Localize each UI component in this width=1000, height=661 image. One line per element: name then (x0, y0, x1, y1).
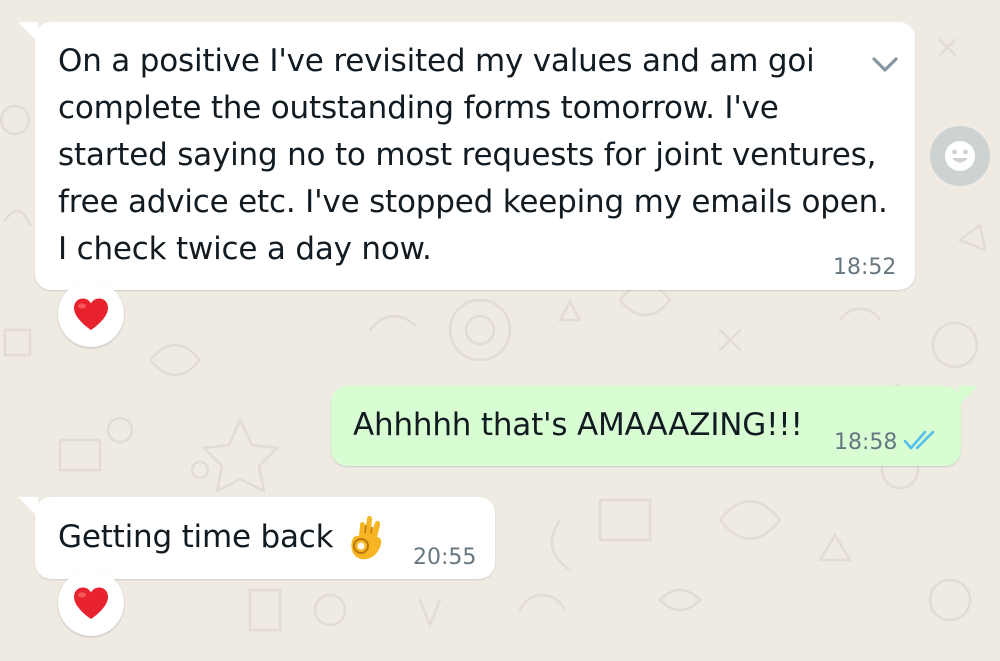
bubble-tail (958, 386, 978, 406)
smiley-icon (945, 141, 975, 171)
message-time: 18:58 (834, 430, 898, 455)
message-menu-button[interactable] (810, 40, 900, 90)
chevron-down-icon (872, 57, 898, 72)
message-time: 20:55 (413, 545, 477, 570)
message-bubble-outgoing[interactable]: Ahhhhh that's AMAAAZING!!! 18:58 (331, 386, 978, 466)
message-text: Ahhhhh that's AMAAAZING!!! (353, 407, 803, 443)
heart-reaction[interactable] (58, 570, 124, 636)
ok-hand-emoji (351, 516, 382, 560)
read-double-tick-icon (903, 430, 935, 450)
heart-reaction[interactable] (58, 281, 124, 347)
bubble-tail (18, 497, 38, 517)
message-text: On a positive I've revisited my values a… (58, 43, 888, 267)
message-bubble-incoming[interactable]: Getting time back 20:55 (18, 497, 495, 579)
red-heart-icon (74, 298, 108, 330)
message-bubble-incoming[interactable]: On a positive I've revisited my values a… (18, 22, 915, 290)
add-reaction-button[interactable] (930, 126, 990, 186)
red-heart-icon (74, 587, 108, 619)
message-text: Getting time back (58, 519, 334, 555)
message-time: 18:52 (833, 255, 897, 280)
bubble-tail (18, 22, 38, 42)
